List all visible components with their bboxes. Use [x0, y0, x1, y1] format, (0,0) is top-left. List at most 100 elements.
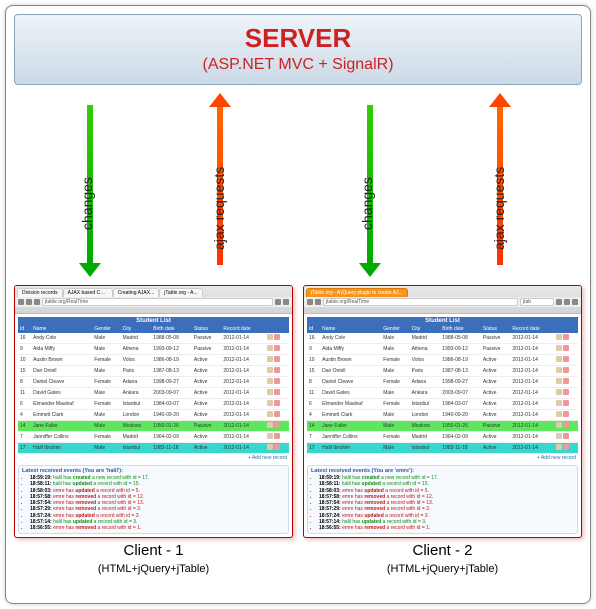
edit-icon[interactable] [556, 389, 562, 395]
edit-icon[interactable] [556, 411, 562, 417]
delete-icon[interactable] [563, 400, 569, 406]
delete-icon[interactable] [563, 433, 569, 439]
table-row[interactable]: 4Emmett ClarkMaleLondon1940-09-20Active2… [307, 410, 578, 421]
delete-icon[interactable] [274, 433, 280, 439]
edit-icon[interactable] [267, 400, 273, 406]
table-header[interactable]: Gender [381, 325, 409, 333]
browser-tab[interactable]: AJAX based CR... [63, 288, 113, 297]
reload-icon[interactable] [34, 299, 40, 305]
browser-tab[interactable]: Creating AJAX... [113, 288, 160, 297]
edit-icon[interactable] [267, 345, 273, 351]
delete-icon[interactable] [563, 334, 569, 340]
browser-tab[interactable]: jTable.org - A... [159, 288, 202, 297]
edit-icon[interactable] [267, 389, 273, 395]
table-row[interactable]: 6Elmander MaaloufFemaleIstanbul1984-03-0… [307, 399, 578, 410]
table-row[interactable]: 8Daniel CleaveFemaleAdana1998-09-27Activ… [307, 377, 578, 388]
address-bar[interactable]: jtable.org/RealTime [42, 298, 273, 306]
table-header[interactable]: Record date [510, 325, 553, 333]
delete-icon[interactable] [274, 444, 280, 450]
delete-icon[interactable] [274, 356, 280, 362]
table-header[interactable]: Birth date [151, 325, 192, 333]
delete-icon[interactable] [274, 378, 280, 384]
edit-icon[interactable] [267, 334, 273, 340]
edit-icon[interactable] [267, 367, 273, 373]
delete-icon[interactable] [274, 411, 280, 417]
edit-icon[interactable] [556, 356, 562, 362]
table-row[interactable]: 15Dan OniellMaleParis1987-08-13Active201… [307, 366, 578, 377]
bookmark-icon[interactable] [564, 299, 570, 305]
edit-icon[interactable] [267, 422, 273, 428]
add-new-record[interactable]: + Add new record [18, 454, 289, 462]
table-row[interactable]: 16Andy ColeMaleMadrid1988-05-08Passive20… [18, 333, 289, 344]
table-header[interactable]: Name [320, 325, 381, 333]
home-icon[interactable] [556, 299, 562, 305]
browser-tab[interactable]: Division records [17, 288, 63, 297]
delete-icon[interactable] [274, 389, 280, 395]
delete-icon[interactable] [563, 411, 569, 417]
nav-back-icon[interactable] [18, 299, 24, 305]
add-new-record[interactable]: + Add new record [307, 454, 578, 462]
edit-icon[interactable] [556, 400, 562, 406]
edit-icon[interactable] [556, 433, 562, 439]
table-row[interactable]: 17Halil IbrahimMaleIstanbul1983-11-18Act… [18, 443, 289, 454]
delete-icon[interactable] [563, 422, 569, 428]
edit-icon[interactable] [267, 378, 273, 384]
delete-icon[interactable] [563, 444, 569, 450]
edit-icon[interactable] [267, 433, 273, 439]
delete-icon[interactable] [563, 367, 569, 373]
table-header[interactable]: Status [192, 325, 222, 333]
table-header[interactable]: Birth date [440, 325, 481, 333]
table-row[interactable]: 6Elmander MaaloufFemaleIstanbul1984-03-0… [18, 399, 289, 410]
table-row[interactable]: 10Austin BrownFemaleVolos1986-08-19Activ… [18, 355, 289, 366]
delete-icon[interactable] [563, 356, 569, 362]
edit-icon[interactable] [556, 334, 562, 340]
delete-icon[interactable] [274, 367, 280, 373]
delete-icon[interactable] [563, 378, 569, 384]
table-header[interactable]: City [410, 325, 441, 333]
table-row[interactable]: 11David GatesMaleAnkara2003-09-07Active2… [307, 388, 578, 399]
table-row[interactable]: 10Austin BrownFemaleVolos1986-08-19Activ… [307, 355, 578, 366]
delete-icon[interactable] [274, 422, 280, 428]
table-row[interactable]: 16Andy ColeMaleMadrid1988-05-08Passive20… [307, 333, 578, 344]
table-row[interactable]: 15Dan OniellMaleParis1987-08-13Active201… [18, 366, 289, 377]
table-header[interactable]: Id [307, 325, 320, 333]
table-row[interactable]: 11David GatesMaleAnkara2003-09-07Active2… [18, 388, 289, 399]
table-header[interactable]: Gender [92, 325, 120, 333]
delete-icon[interactable] [563, 389, 569, 395]
table-header[interactable]: Id [18, 325, 31, 333]
table-header[interactable]: Record date [221, 325, 264, 333]
nav-back-icon[interactable] [307, 299, 313, 305]
edit-icon[interactable] [556, 378, 562, 384]
table-row[interactable]: 7Janniffer CollinsFemaleMadrid1964-02-09… [18, 432, 289, 443]
edit-icon[interactable] [556, 444, 562, 450]
search-box[interactable]: jtab [520, 298, 554, 306]
edit-icon[interactable] [267, 444, 273, 450]
table-row[interactable]: 17Halil IbrahimMaleIstanbul1983-11-18Act… [307, 443, 578, 454]
table-row[interactable]: 7Janniffer CollinsFemaleMadrid1964-02-09… [307, 432, 578, 443]
address-bar[interactable]: jtable.org/RealTime [323, 298, 518, 306]
table-header[interactable]: City [121, 325, 152, 333]
delete-icon[interactable] [274, 400, 280, 406]
bookmark-icon[interactable] [275, 299, 281, 305]
table-row[interactable]: 4Emmett ClarkMaleLondon1940-09-20Active2… [18, 410, 289, 421]
nav-fwd-icon[interactable] [315, 299, 321, 305]
edit-icon[interactable] [556, 422, 562, 428]
edit-icon[interactable] [267, 356, 273, 362]
browser-tab[interactable]: jTable.org - A jQuery plugin to create A… [306, 288, 408, 297]
delete-icon[interactable] [274, 334, 280, 340]
nav-fwd-icon[interactable] [26, 299, 32, 305]
delete-icon[interactable] [274, 345, 280, 351]
table-row[interactable]: 9Aida MiffyMaleAthena1993-09-12Passive20… [18, 344, 289, 355]
table-header[interactable]: Name [31, 325, 92, 333]
edit-icon[interactable] [556, 345, 562, 351]
menu-icon[interactable] [283, 299, 289, 305]
edit-icon[interactable] [267, 411, 273, 417]
table-row[interactable]: 9Aida MiffyMaleAthena1993-09-12Passive20… [307, 344, 578, 355]
edit-icon[interactable] [556, 367, 562, 373]
table-row[interactable]: 14Jane FullerMaleMoskow1950-01-26Passive… [307, 421, 578, 432]
delete-icon[interactable] [563, 345, 569, 351]
feed-icon[interactable] [572, 299, 578, 305]
table-row[interactable]: 14Jane FullerMaleMoskow1950-01-26Passive… [18, 421, 289, 432]
table-row[interactable]: 8Daniel CleaveFemaleAdana1998-09-27Activ… [18, 377, 289, 388]
table-header[interactable]: Status [481, 325, 511, 333]
